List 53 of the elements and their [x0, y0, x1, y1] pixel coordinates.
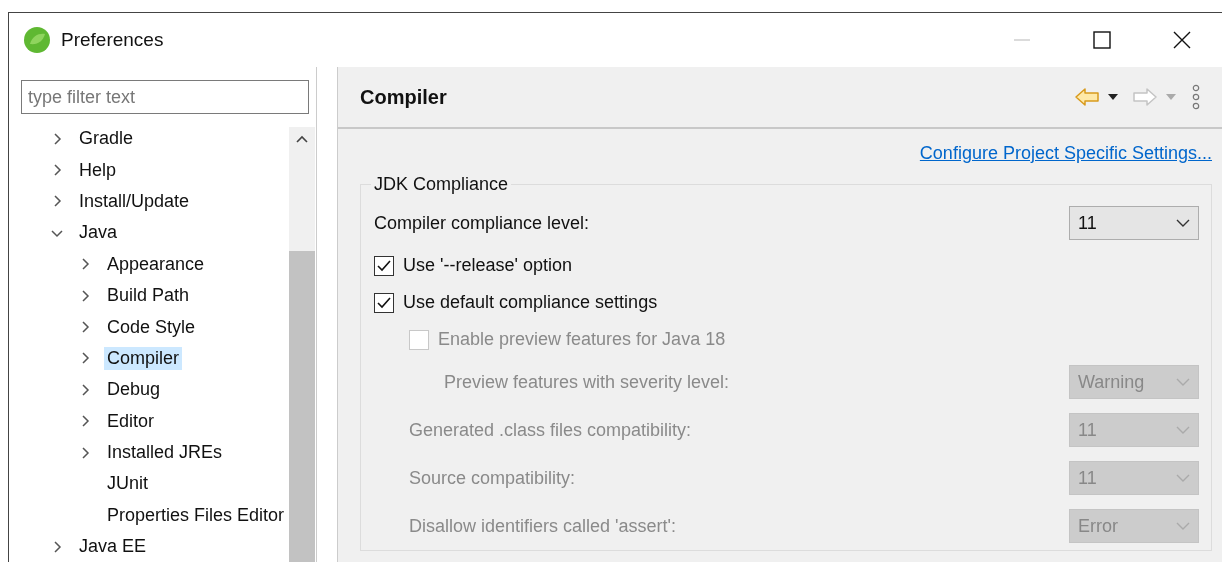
expand-chevron-icon[interactable] — [51, 132, 63, 145]
expand-chevron-icon[interactable] — [79, 415, 91, 428]
expand-chevron-icon[interactable] — [51, 195, 63, 208]
checkbox[interactable] — [374, 255, 394, 276]
scroll-up-icon[interactable] — [296, 135, 308, 143]
chevron-down-icon — [1176, 219, 1190, 227]
scrollbar[interactable] — [289, 127, 315, 562]
chevron-down-icon — [1176, 522, 1190, 530]
expand-chevron-icon[interactable] — [79, 289, 91, 302]
expand-chevron-icon[interactable] — [79, 258, 91, 271]
more-options-icon[interactable] — [1192, 84, 1200, 110]
tree-item[interactable]: Debug — [104, 378, 164, 402]
field-label: Compiler compliance level: — [374, 212, 590, 234]
field-label: Preview features with severity level: — [444, 371, 730, 393]
dropdown-arrow-icon[interactable] — [1108, 94, 1118, 100]
app-logo-icon — [23, 26, 51, 54]
dropdown[interactable]: 11 — [1069, 206, 1199, 240]
page-title: Compiler — [360, 85, 447, 109]
tree-item[interactable]: Properties Files Editor — [104, 503, 288, 527]
tree-item[interactable]: Installed JREs — [104, 441, 226, 465]
filter-field[interactable]: type filter text — [21, 80, 309, 114]
tree-item[interactable]: Gradle — [76, 127, 137, 151]
expand-chevron-icon[interactable] — [79, 321, 91, 334]
project-settings-link[interactable]: Configure Project Specific Settings... — [919, 143, 1212, 164]
tree-item[interactable]: Compiler — [104, 346, 183, 370]
maximize-button[interactable] — [1092, 30, 1112, 50]
field-label: Source compatibility: — [409, 467, 576, 489]
expand-chevron-icon[interactable] — [79, 446, 91, 459]
expand-chevron-icon[interactable] — [51, 164, 63, 177]
tree-item[interactable]: Install/Update — [76, 189, 193, 213]
scrollbar-thumb[interactable] — [289, 251, 315, 562]
tree-item[interactable]: JUnit — [104, 472, 151, 496]
tree-item[interactable]: Editor — [104, 409, 158, 433]
group-title: JDK Compliance — [373, 174, 510, 195]
expand-chevron-icon[interactable] — [51, 540, 63, 553]
checkbox[interactable] — [374, 292, 394, 313]
close-button[interactable] — [1172, 30, 1192, 50]
chevron-down-icon — [1176, 474, 1190, 482]
tree-item[interactable]: Build Path — [104, 284, 193, 308]
expand-chevron-icon[interactable] — [79, 383, 91, 396]
chevron-down-icon — [1176, 426, 1190, 434]
tree-item[interactable]: Code Style — [104, 315, 199, 339]
field-label: Disallow identifiers called 'assert': — [409, 515, 676, 537]
expand-chevron-icon[interactable] — [79, 352, 91, 365]
tree-item[interactable]: Appearance — [104, 252, 208, 276]
tree-item[interactable]: Java EE — [76, 535, 150, 559]
checkbox-label[interactable]: Use '--release' option — [403, 255, 572, 276]
window-title: Preferences — [61, 29, 164, 51]
tree-item[interactable]: Help — [76, 158, 120, 182]
checkbox-label[interactable]: Use default compliance settings — [403, 292, 658, 313]
field-label: Generated .class files compatibility: — [409, 419, 692, 441]
tree-item[interactable]: Java — [76, 221, 121, 245]
chevron-down-icon — [1176, 378, 1190, 386]
